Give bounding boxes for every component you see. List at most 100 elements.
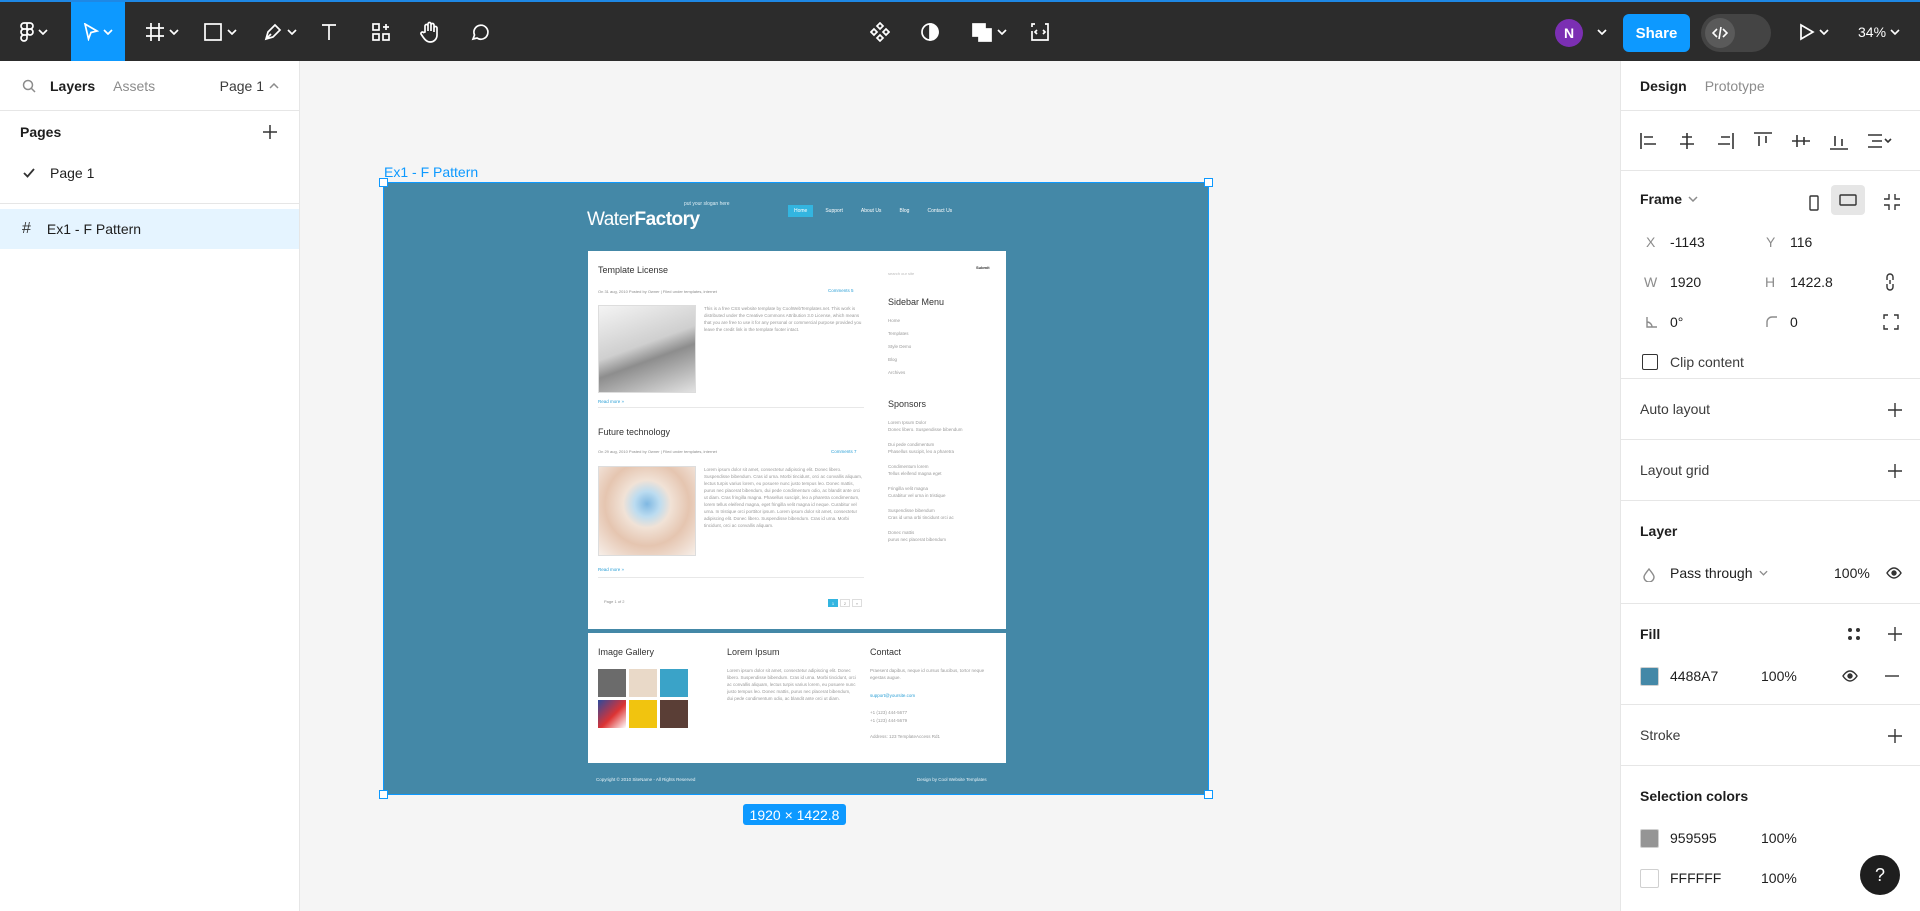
help-button[interactable]: ?: [1860, 855, 1900, 895]
code-frame-icon: [1031, 22, 1049, 41]
selection-color-opacity[interactable]: 100%: [1761, 830, 1797, 846]
layer-opacity-input[interactable]: 100%: [1834, 565, 1870, 581]
constrain-proportions-icon[interactable]: [1885, 273, 1895, 291]
tab-layers[interactable]: Layers: [50, 78, 95, 94]
y-input[interactable]: 116: [1790, 234, 1812, 250]
corner-radius-input[interactable]: 0: [1790, 314, 1798, 330]
resize-handle-bottom-left[interactable]: [379, 790, 388, 799]
present-button[interactable]: [1794, 2, 1834, 61]
independent-corners-icon[interactable]: [1883, 314, 1899, 330]
layer-item[interactable]: # Ex1 - F Pattern: [0, 209, 299, 249]
comment-tool-button[interactable]: [464, 2, 496, 61]
auto-layout-title: Auto layout: [1640, 401, 1711, 417]
boolean-button[interactable]: [966, 2, 1012, 61]
post-title: Template License: [598, 265, 669, 275]
frame-tool-button[interactable]: [140, 2, 184, 61]
resize-handle-top-right[interactable]: [1204, 178, 1213, 187]
sponsor-item: purus nec placerat bibendum: [888, 537, 947, 542]
add-fill-icon[interactable]: [1888, 627, 1902, 641]
hand-tool-button[interactable]: [414, 2, 446, 61]
sidebar-menu-title: Sidebar Menu: [888, 297, 945, 307]
main-menu-button[interactable]: [14, 2, 54, 61]
gallery-thumb: [629, 700, 657, 728]
selection-color-hex[interactable]: FFFFFF: [1670, 870, 1721, 886]
landscape-toggle[interactable]: [1831, 185, 1865, 215]
width-input[interactable]: 1920: [1670, 274, 1701, 290]
fill-color-swatch[interactable]: [1640, 667, 1659, 686]
eye-icon[interactable]: [1842, 670, 1858, 682]
hand-icon: [420, 21, 438, 43]
right-panel: Design Prototype Frame X -1143 Y 116 W 1…: [1620, 61, 1920, 911]
clip-content-checkbox[interactable]: [1642, 354, 1658, 370]
chevron-down-icon: [1597, 28, 1607, 35]
tab-design[interactable]: Design: [1640, 78, 1687, 94]
align-vertical-center-icon[interactable]: [1792, 132, 1810, 150]
footer-contact-phone: +1 (123) 444-5679: [870, 718, 908, 723]
selected-frame[interactable]: WaterFactory put your slogan here Home S…: [379, 178, 1213, 799]
divider: [0, 203, 299, 204]
rectangle-icon: [204, 22, 222, 41]
frame-name-label[interactable]: Ex1 - F Pattern: [384, 164, 478, 180]
selection-color-opacity[interactable]: 100%: [1761, 870, 1797, 886]
shape-tool-button[interactable]: [198, 2, 242, 61]
styles-grid-icon[interactable]: [1847, 627, 1861, 641]
resources-tool-button[interactable]: [365, 2, 397, 61]
distribute-icon[interactable]: [1868, 133, 1892, 149]
site-nav-item: Support: [825, 208, 843, 214]
dev-code-button[interactable]: [1024, 2, 1056, 61]
chevron-down-icon: [997, 28, 1007, 35]
share-button[interactable]: Share: [1623, 14, 1690, 52]
remove-fill-icon[interactable]: [1885, 675, 1899, 677]
search-icon[interactable]: [22, 79, 36, 93]
pen-tool-button[interactable]: [258, 2, 302, 61]
user-avatar[interactable]: N: [1555, 19, 1583, 47]
tab-assets[interactable]: Assets: [113, 78, 155, 94]
sidebar-menu-item: Style Demo: [888, 344, 912, 349]
blend-mode-select[interactable]: Pass through: [1670, 565, 1768, 581]
component-button[interactable]: [864, 2, 896, 61]
selection-color-hex[interactable]: 959595: [1670, 830, 1717, 846]
tab-prototype[interactable]: Prototype: [1705, 78, 1765, 94]
chevron-up-icon: [269, 83, 279, 89]
right-panel-tabs: Design Prototype: [1621, 61, 1920, 111]
page-selector[interactable]: Page 1: [220, 78, 279, 94]
contrast-button[interactable]: [914, 2, 946, 61]
sponsor-item: Cras id urna orbi tincidunt orci ac: [888, 515, 954, 520]
resize-handle-bottom-right[interactable]: [1204, 790, 1213, 799]
page-item[interactable]: Page 1: [0, 153, 299, 193]
add-auto-layout-icon[interactable]: [1888, 403, 1902, 417]
post-comments: Comments 5: [828, 288, 854, 293]
zoom-menu[interactable]: 34%: [1858, 2, 1900, 61]
sponsor-item: Condimentum lorem: [888, 464, 929, 469]
dev-mode-toggle[interactable]: [1701, 14, 1771, 52]
gallery-thumb: [629, 669, 657, 697]
frame-section: Frame X -1143 Y 116 W 1920 H 1422.8 0° 0…: [1621, 171, 1920, 379]
resize-handle-top-left[interactable]: [379, 178, 388, 187]
fill-opacity-input[interactable]: 100%: [1761, 668, 1797, 684]
align-right-icon[interactable]: [1716, 132, 1734, 149]
left-panel: Layers Assets Page 1 Pages Page 1 # Ex1 …: [0, 61, 300, 911]
frame-section-title[interactable]: Frame: [1621, 191, 1698, 207]
add-page-icon[interactable]: [263, 125, 277, 139]
align-left-icon[interactable]: [1640, 132, 1658, 149]
clip-content-label: Clip content: [1670, 354, 1744, 370]
add-stroke-icon[interactable]: [1888, 729, 1902, 743]
x-input[interactable]: -1143: [1670, 234, 1705, 250]
resize-to-fit-icon[interactable]: [1883, 193, 1901, 211]
align-bottom-icon[interactable]: [1830, 132, 1848, 150]
sponsor-item: Donec mattis: [888, 530, 915, 535]
rotation-input[interactable]: 0°: [1670, 314, 1683, 330]
eye-icon[interactable]: [1886, 567, 1902, 579]
selection-color-swatch[interactable]: [1640, 869, 1659, 888]
add-layout-grid-icon[interactable]: [1888, 464, 1902, 478]
fill-hex-input[interactable]: 4488A7: [1670, 668, 1718, 684]
text-tool-button[interactable]: [314, 2, 344, 61]
chevron-down-icon: [38, 28, 48, 35]
height-input[interactable]: 1422.8: [1790, 274, 1833, 290]
selection-color-swatch[interactable]: [1640, 829, 1659, 848]
move-tool-button[interactable]: [71, 2, 125, 61]
portrait-icon[interactable]: [1809, 195, 1819, 211]
align-top-icon[interactable]: [1754, 131, 1772, 150]
align-horizontal-center-icon[interactable]: [1678, 132, 1696, 149]
avatar-menu-toggle[interactable]: [1590, 2, 1610, 61]
